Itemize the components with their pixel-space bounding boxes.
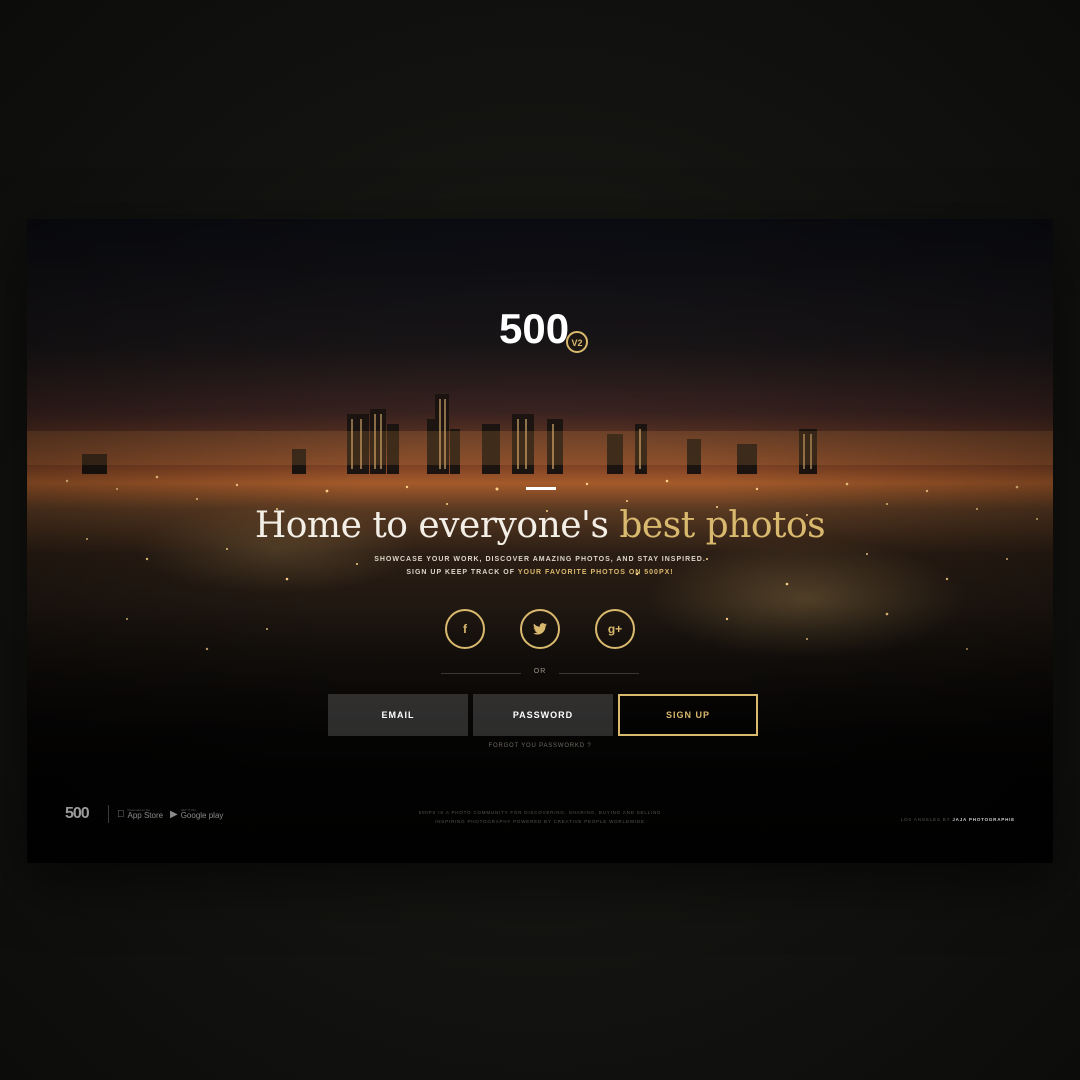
footer-about: 500PX IS A PHOTO COMMUNITY FOR DISCOVERI… [400, 809, 680, 826]
footer-about-line2: INSPIRING PHOTOGRAPHY POWERED BY CREATIV… [435, 818, 645, 824]
facebook-login-button[interactable]: f [445, 609, 485, 649]
footer-separator [108, 805, 109, 823]
forgot-password-link[interactable]: FORGOT YOU PASSWORKD ? [27, 743, 1053, 749]
or-divider-right [559, 673, 639, 674]
email-field[interactable]: EMAIL [328, 694, 468, 736]
google-play-label: Google play [180, 810, 224, 820]
google-play-badge[interactable]: ▶ GET IT ON Google play [170, 805, 223, 823]
google-plus-login-button[interactable]: g+ [595, 609, 635, 649]
500px-logo[interactable]: 500 V2 [497, 305, 593, 357]
photo-credit-name[interactable]: JAJA PHOTOGRAPHIE [952, 817, 1015, 822]
app-store-label: App Store [120, 810, 164, 820]
app-store-badge[interactable]:  Download on the App Store [117, 805, 163, 823]
headline-main: Home to everyone's [254, 505, 620, 546]
google-plus-icon: g+ [607, 622, 623, 636]
twitter-login-button[interactable]: t [520, 609, 560, 649]
headline-divider [526, 487, 556, 490]
or-label: OR [533, 668, 547, 675]
facebook-icon: f [463, 622, 467, 636]
apple-icon:  [117, 809, 125, 820]
hero-subtitle-line1: SHOWCASE YOUR WORK, DISCOVER AMAZING PHO… [374, 556, 706, 563]
twitter-icon [533, 623, 547, 635]
subtitle-line2-accent: YOUR FAVORITE PHOTOS ON 500PX! [517, 569, 674, 576]
subtitle-line2-prefix: SIGN UP KEEP TRACK OF [406, 569, 518, 576]
version-badge-text: V2 [571, 338, 582, 348]
google-play-icon: ▶ [170, 808, 178, 820]
photo-credit-prefix: LOS ANGELES BY [900, 817, 953, 822]
footer-about-line1: 500PX IS A PHOTO COMMUNITY FOR DISCOVERI… [418, 810, 662, 815]
password-field[interactable]: PASSWORD [473, 694, 613, 736]
sign-up-button[interactable]: SIGN UP [618, 694, 758, 736]
headline-accent: best photos [619, 505, 826, 546]
hero-subtitle-line2: SIGN UP KEEP TRACK OF YOUR FAVORITE PHOT… [27, 569, 1053, 576]
logo-text: 500 [499, 305, 569, 352]
hero-headline: Home to everyone's best photos [27, 505, 1053, 546]
landing-page: 500 V2 Home to everyone's best photos SH… [27, 219, 1053, 863]
photo-credit: LOS ANGELES BY JAJA PHOTOGRAPHIE [901, 817, 1015, 822]
footer-logo[interactable]: 500 [65, 805, 90, 823]
